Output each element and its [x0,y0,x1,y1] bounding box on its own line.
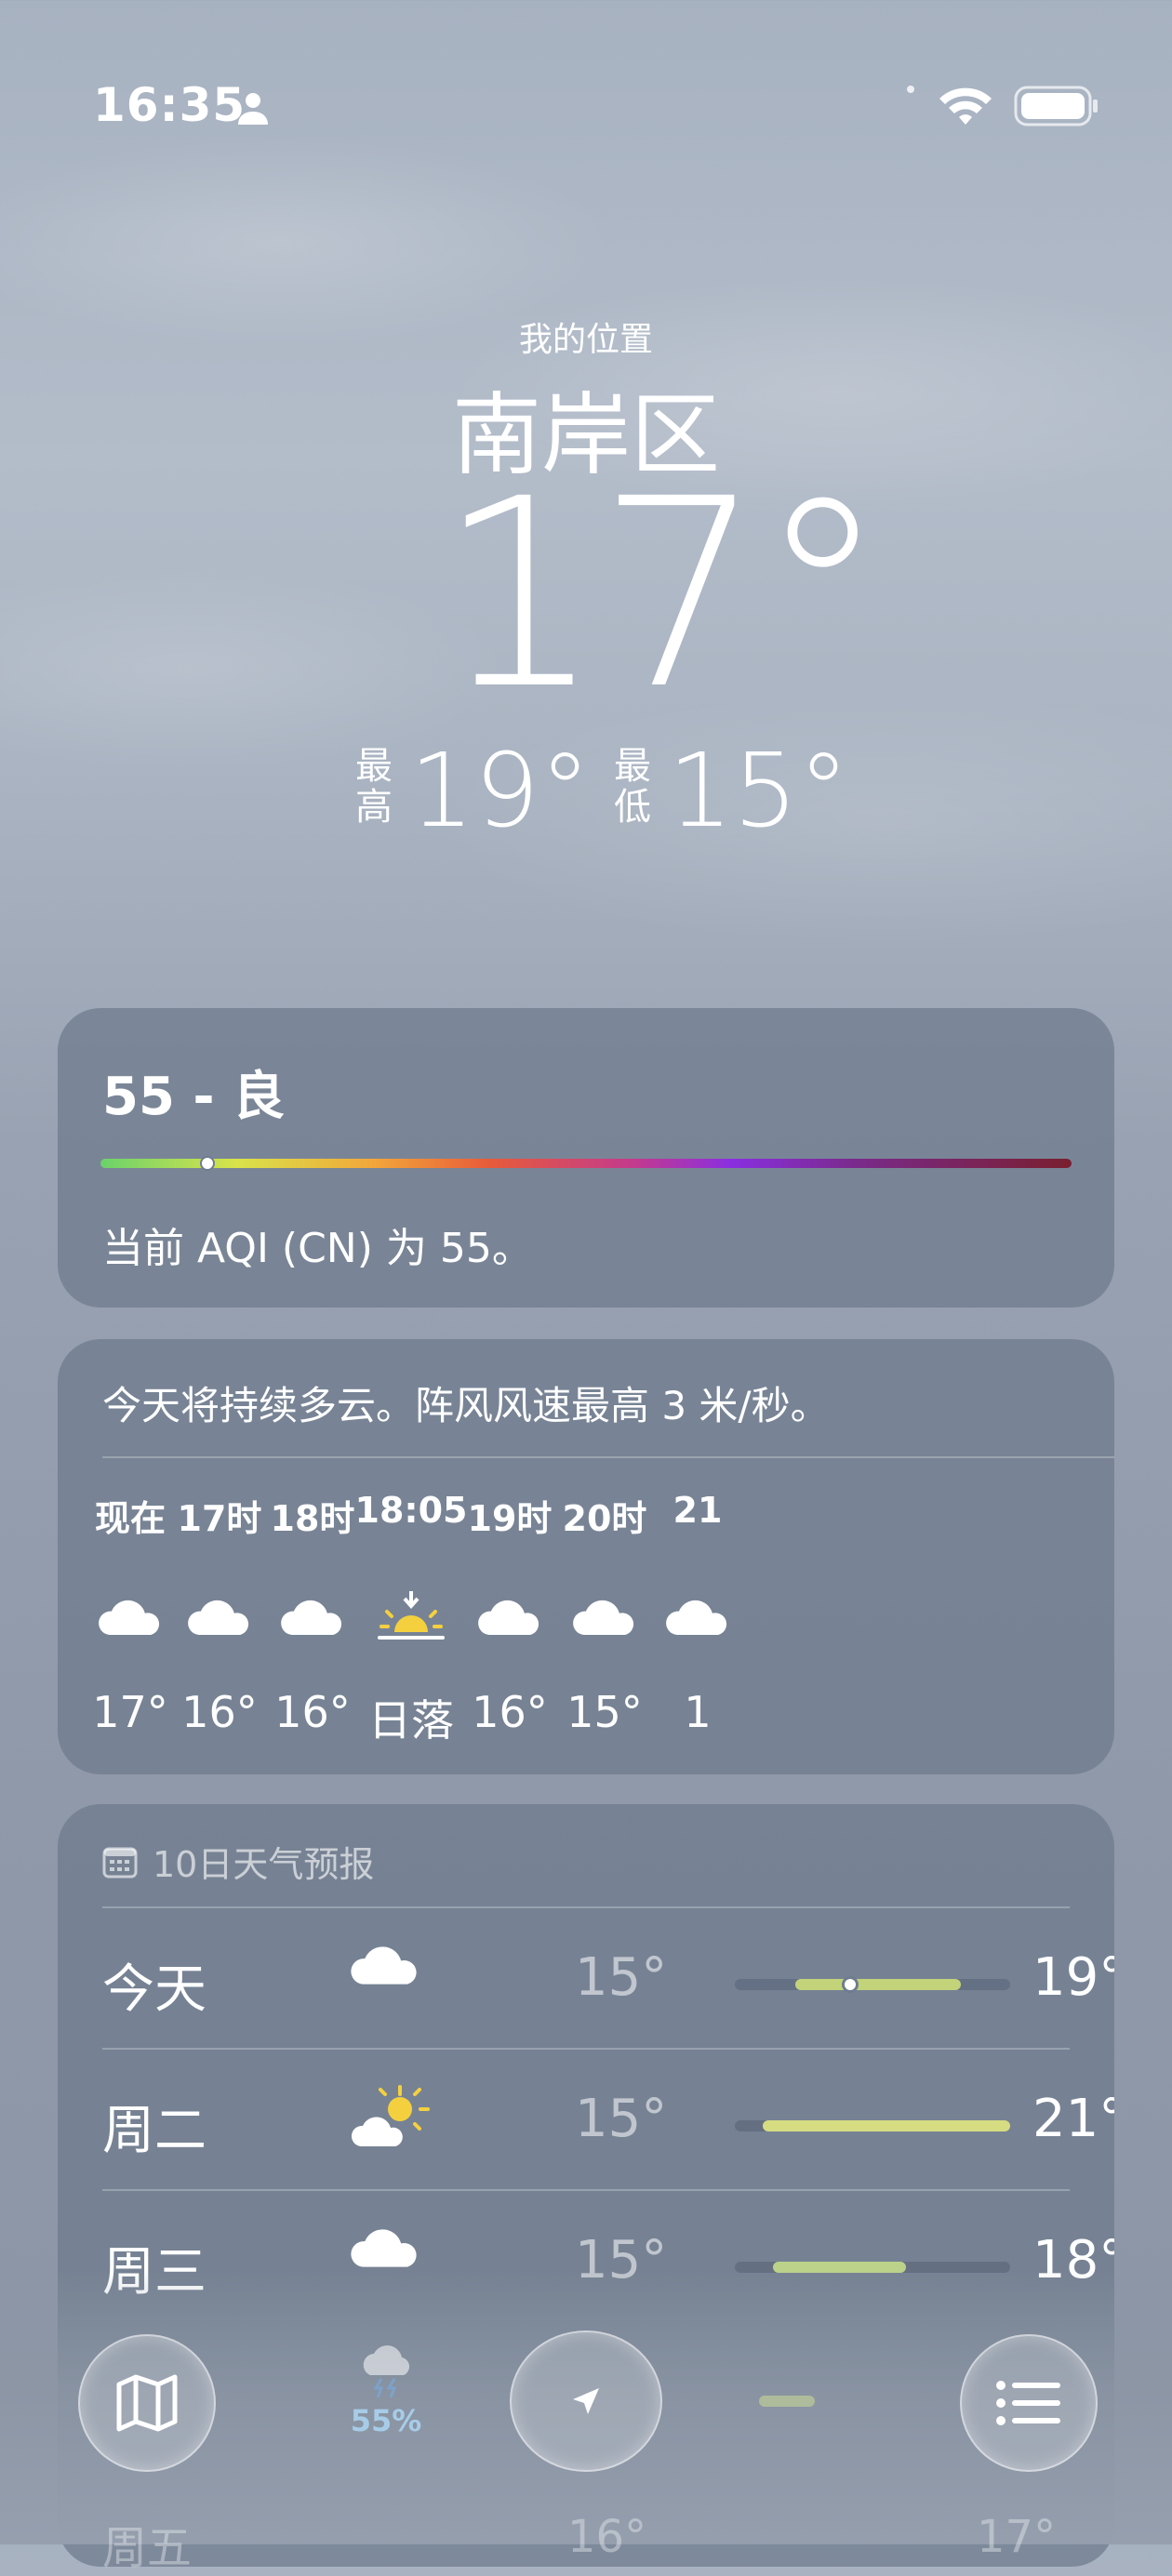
partial-rain-item: 55% [344,2344,428,2438]
cloud-icon [281,1600,342,1636]
location-list-button[interactable] [960,2334,1098,2472]
daily-header: 10日天气预报 [102,1836,374,1887]
current-temperature: 17° [437,444,887,747]
day-low: 15° [575,1947,668,2008]
day-name: 今天 [102,1959,206,2020]
hourly-temp: 1 [684,1687,712,1737]
current-location-button[interactable] [510,2330,662,2472]
high-temperature: 19° [409,731,591,850]
calendar-icon [102,1847,138,1878]
temperature-range-bar [735,1976,1010,1993]
divider [102,1906,1070,1908]
bottom-toolbar: 55% [0,2325,1172,2483]
air-quality-card[interactable]: 55 - 良 当前 AQI (CN) 为 55。 [58,1008,1114,1308]
partly-sunny-icon [351,2085,430,2146]
location-arrow-icon [573,2388,599,2414]
aqi-indicator [199,1156,215,1171]
sunset-icon [378,1591,445,1640]
day-high: 19° [1032,1947,1114,2008]
cloud-icon [351,2229,417,2267]
partial-day-row: 周五 16° 17° [102,2511,1056,2576]
day-name: 周二 [102,2101,206,2161]
status-time: 16:35 [93,78,246,132]
rain-chance: 55% [350,2403,422,2438]
partial-range-bar [759,2396,815,2407]
day-weather-icon [348,1940,432,2014]
low-label: 最低 [614,745,651,829]
high-low: 最高 19° 最低 15° [0,735,1172,846]
person-icon [238,93,268,125]
aqi-title: 55 - 良 [102,1067,286,1127]
high-label: 最高 [355,745,393,829]
aqi-description: 当前 AQI (CN) 为 55。 [102,1225,533,1272]
hourly-summary: 今天将持续多云。阵风风速最高 3 米/秒。 [102,1383,830,1428]
map-icon [116,2374,178,2432]
temperature-range-fill [762,2120,1010,2131]
divider [102,2189,1070,2191]
hourly-item: 21 1 [633,1490,763,1737]
battery-icon [1014,86,1098,126]
thunderstorm-icon [363,2345,410,2398]
status-bar: 16:35 [0,0,1172,132]
divider [102,2048,1070,2050]
current-temp-marker [842,1976,859,1993]
cloud-icon [666,1600,727,1636]
low-temperature: 15° [668,731,849,850]
day-weather-icon [348,2081,432,2156]
daily-row[interactable]: 今天 15° 19° [102,1906,1114,2046]
hourly-icon [633,1575,763,1659]
daily-row[interactable]: 周二 15° 21° [102,2048,1114,2187]
recording-dot-icon [907,86,914,93]
daily-header-label: 10日天气预报 [153,1844,375,1885]
wifi-icon [939,87,992,125]
hourly-forecast-card[interactable]: 今天将持续多云。阵风风速最高 3 米/秒。 现在 17° 17时 16° 18时… [58,1339,1114,1774]
cloud-icon [188,1600,249,1636]
cloud-icon [478,1600,539,1636]
map-button[interactable] [78,2334,216,2472]
aqi-scale-bar [100,1156,1072,1171]
partial-day-name: 周五 [102,2522,193,2574]
temperature-range-bar [735,2120,1010,2131]
cloud-icon [573,1600,634,1636]
cloud-icon [351,1946,417,1985]
day-low: 15° [575,2089,668,2149]
hourly-time: 21 [673,1490,723,1531]
divider [102,1456,1114,1458]
partial-day-high: 17° [977,2511,1057,2563]
location-subtitle: 我的位置 [518,321,653,359]
day-high: 21° [1032,2089,1114,2149]
partial-day-low: 16° [567,2511,647,2563]
list-icon [996,2381,1060,2425]
temperature-range-fill [795,1979,961,1990]
